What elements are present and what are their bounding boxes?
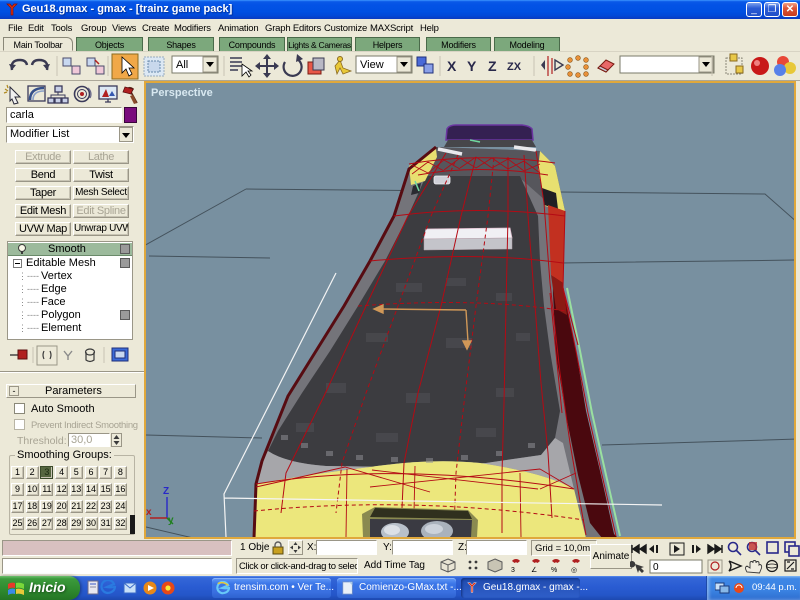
svg-text:0: 0 <box>653 562 659 573</box>
svg-text:X: X <box>447 58 457 74</box>
svg-text:Z: Z <box>163 486 169 497</box>
svg-text:∠: ∠ <box>531 566 537 574</box>
svg-text:Z: Z <box>488 58 497 74</box>
svg-text:All: All <box>176 59 188 71</box>
svg-text:Y: Y <box>467 58 477 74</box>
svg-text:View: View <box>360 59 384 71</box>
svg-text:x: x <box>146 507 152 518</box>
svg-text:y: y <box>168 515 174 526</box>
svg-text:Perspective: Perspective <box>151 87 213 99</box>
svg-text:◎: ◎ <box>571 567 577 574</box>
svg-text:3: 3 <box>511 567 515 574</box>
svg-text:%: % <box>551 567 557 574</box>
svg-text:ZX: ZX <box>507 61 522 73</box>
